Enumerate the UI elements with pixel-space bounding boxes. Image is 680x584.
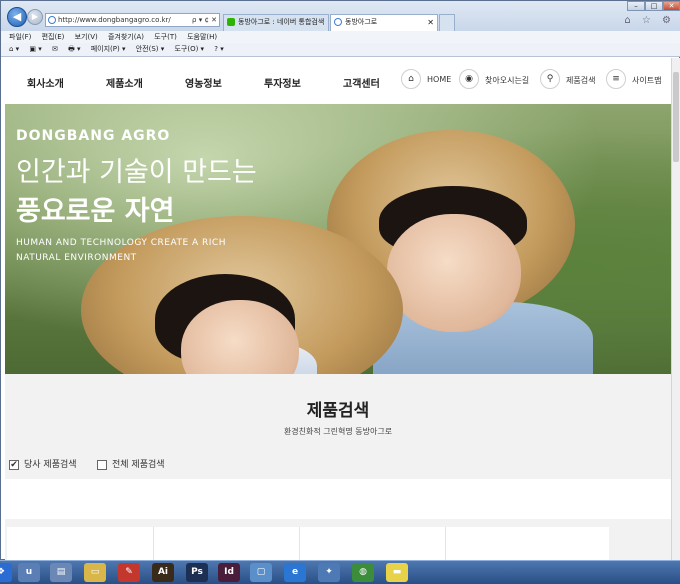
hero-english-tagline: HUMAN AND TECHNOLOGY CREATE A RICH NATUR…: [16, 236, 257, 266]
boy-face: [387, 214, 521, 332]
forward-arrow-icon[interactable]: ▶: [27, 9, 43, 25]
checkbox-label: 전체 제품검색: [112, 460, 165, 470]
maximize-button[interactable]: □: [645, 1, 663, 11]
menu-bar: 파일(F) 편집(E) 보기(V) 즐겨찾기(A) 도구(T) 도움말(H): [1, 31, 680, 43]
print-button[interactable]: 🖶 ▾: [68, 45, 80, 53]
checkbox-checked-icon[interactable]: ✔: [9, 459, 19, 470]
internet-explorer-icon[interactable]: e: [284, 563, 306, 582]
util-label: 사이트맵: [632, 76, 662, 85]
card-divider: [445, 527, 446, 561]
search-results-panel: [5, 479, 671, 519]
card-divider: [299, 527, 300, 561]
nav-customer-center[interactable]: 고객센터: [343, 75, 380, 90]
menu-view[interactable]: 보기(V): [75, 33, 98, 41]
app-icon[interactable]: ▢: [250, 563, 272, 582]
help-button[interactable]: ? ▾: [214, 45, 223, 53]
naver-favicon-icon: [227, 18, 235, 26]
pdf-icon[interactable]: ✎: [118, 563, 140, 582]
sticky-notes-icon[interactable]: ▬: [386, 563, 408, 582]
new-tab-button[interactable]: [439, 14, 455, 31]
browser-right-icons[interactable]: ⌂ ☆ ⚙: [624, 15, 675, 26]
windows-start-icon[interactable]: ❖: [0, 563, 12, 582]
scrollbar-thumb[interactable]: [673, 72, 679, 162]
close-window-button[interactable]: ✕: [663, 1, 680, 11]
nav-farming-info[interactable]: 영농정보: [185, 75, 222, 90]
tab-naver-search[interactable]: 동방아그로 : 네이버 통합검색: [223, 14, 329, 31]
url-text: http://www.dongbangagro.co.kr/: [58, 16, 171, 24]
hero-headline-1: 인간과 기술이 만드는: [16, 157, 257, 188]
site-header: 회사소개 제품소개 영농정보 투자정보 고객센터 ⌂ HOME ◉ 찾아오시는길…: [5, 58, 671, 105]
search-icon: ⚲: [540, 69, 560, 89]
checkbox-own-products[interactable]: ✔ 당사 제품검색: [9, 457, 77, 470]
hero-brand: DONGBANG AGRO: [16, 128, 171, 144]
notepad-icon[interactable]: ▤: [50, 563, 72, 582]
indesign-icon[interactable]: Id: [218, 563, 240, 582]
product-cards-row: [7, 527, 609, 561]
menu-icon: ≡: [606, 69, 626, 89]
card-divider: [153, 527, 154, 561]
mail-button[interactable]: ✉: [52, 45, 58, 53]
back-arrow-icon[interactable]: ◀: [7, 7, 27, 27]
tab-label: 동방아그로: [345, 18, 378, 26]
nav-investment[interactable]: 투자정보: [264, 75, 301, 90]
checkbox-label: 당사 제품검색: [24, 460, 77, 470]
home-button[interactable]: ⌂ ▾: [9, 45, 19, 53]
chrome-icon[interactable]: ◍: [352, 563, 374, 582]
tools-menu[interactable]: 도구(O) ▾: [174, 45, 204, 53]
checkbox-all-products[interactable]: 전체 제품검색: [97, 457, 165, 470]
section-subtitle: 환경친화적 그린혁명 동방아그로: [283, 427, 393, 436]
folder-icon[interactable]: ▭: [84, 563, 106, 582]
util-label: HOME: [427, 75, 452, 84]
home-icon: ⌂: [401, 69, 421, 89]
ie-favicon-icon: [334, 18, 342, 26]
website-viewport: 회사소개 제품소개 영농정보 투자정보 고객센터 ⌂ HOME ◉ 찾아오시는길…: [5, 58, 671, 561]
page-menu[interactable]: 페이지(P) ▾: [91, 45, 126, 53]
hero-headline-2: 풍요로운 자연: [16, 196, 175, 227]
minimize-button[interactable]: –: [627, 1, 645, 11]
illustrator-icon[interactable]: Ai: [152, 563, 174, 582]
feeds-button[interactable]: ▣ ▾: [29, 45, 41, 53]
close-tab-icon[interactable]: ✕: [427, 15, 434, 30]
tab-dongbang[interactable]: 동방아그로 ✕: [330, 14, 438, 31]
map-pin-icon: ◉: [459, 69, 479, 89]
ie-favicon-icon: [48, 16, 56, 24]
url-input[interactable]: http://www.dongbangagro.co.kr/ ρ ▾ ¢ ✕: [45, 13, 220, 27]
section-title: 제품검색: [306, 401, 370, 421]
menu-tools[interactable]: 도구(T): [154, 33, 177, 41]
windows-taskbar: ❖ u ▤ ▭ ✎ Ai Ps Id ▢ e ✦ ◍ ▬: [0, 560, 680, 584]
product-search-section: 제품검색 환경친화적 그린혁명 동방아그로 ✔ 당사 제품검색 전체 제품검색: [5, 374, 671, 561]
command-bar: ⌂ ▾ ▣ ▾ ✉ 🖶 ▾ 페이지(P) ▾ 안전(S) ▾ 도구(O) ▾ ?…: [1, 43, 680, 57]
browser-window: ◀ ▶ http://www.dongbangagro.co.kr/ ρ ▾ ¢…: [0, 0, 680, 561]
util-label: 제품검색: [566, 76, 596, 85]
address-bar-row: ◀ ▶ http://www.dongbangagro.co.kr/ ρ ▾ ¢…: [1, 1, 680, 31]
hero-text: DONGBANG AGRO 인간과 기술이 만드는 풍요로운 자연 HUMAN …: [16, 128, 257, 266]
menu-file[interactable]: 파일(F): [9, 33, 31, 41]
tab-label: 동방아그로 : 네이버 통합검색: [238, 18, 325, 26]
hero-en-line-2: NATURAL ENVIRONMENT: [16, 253, 137, 263]
util-label: 찾아오시는길: [485, 76, 530, 85]
nav-company[interactable]: 회사소개: [27, 75, 64, 90]
nav-products[interactable]: 제품소개: [106, 75, 143, 90]
checkbox-unchecked-icon[interactable]: [97, 459, 107, 470]
menu-edit[interactable]: 편집(E): [42, 33, 65, 41]
vertical-scrollbar[interactable]: [671, 58, 680, 561]
photoshop-icon[interactable]: Ps: [186, 563, 208, 582]
url-tools[interactable]: ρ ▾ ¢ ✕: [192, 14, 217, 26]
safety-menu[interactable]: 안전(S) ▾: [136, 45, 165, 53]
menu-favorites[interactable]: 즐겨찾기(A): [108, 33, 144, 41]
hero-banner: DONGBANG AGRO 인간과 기술이 만드는 풍요로운 자연 HUMAN …: [5, 104, 671, 374]
hero-en-line-1: HUMAN AND TECHNOLOGY CREATE A RICH: [16, 238, 226, 248]
uplay-icon[interactable]: u: [18, 563, 40, 582]
menu-help[interactable]: 도움말(H): [187, 33, 217, 41]
remote-icon[interactable]: ✦: [318, 563, 340, 582]
